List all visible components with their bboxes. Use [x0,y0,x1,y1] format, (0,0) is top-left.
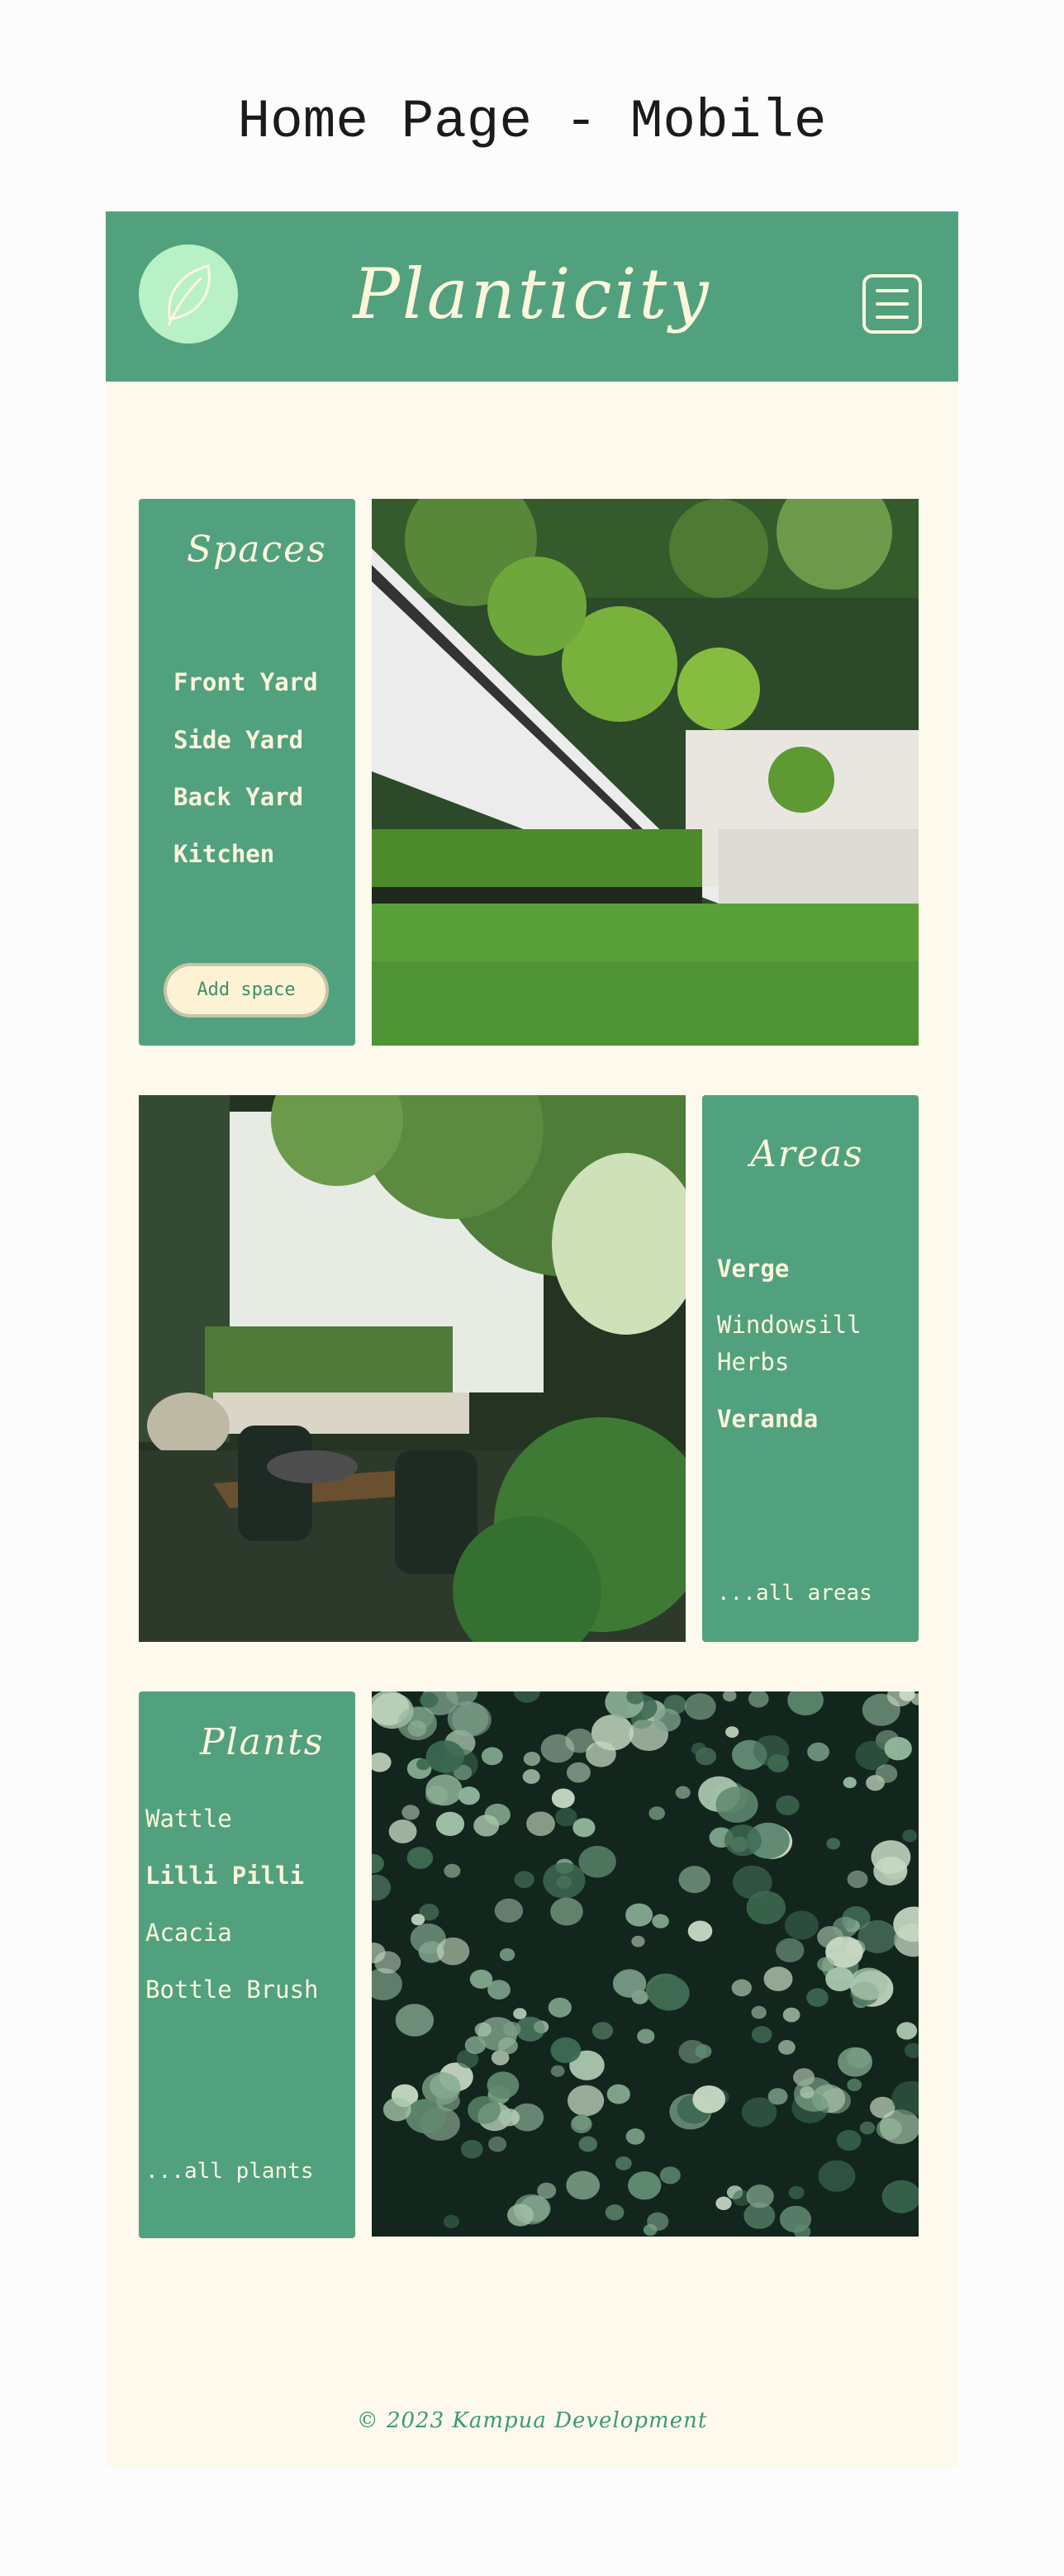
plants-panel: Plants Wattle Lilli Pilli Acacia Bottle … [139,1691,355,2238]
spaces-item-front-yard[interactable]: Front Yard [173,664,318,701]
plants-title: Plants [200,1721,325,1763]
mobile-frame: Planticity Spaces Front Yard Side Yard B… [106,211,958,2468]
garden-stairs-photo[interactable] [372,499,919,1046]
leaf-icon [167,264,211,326]
all-areas-link[interactable]: ...all areas [717,1581,872,1606]
areas-title: Areas [750,1133,864,1175]
page-heading: Home Page - Mobile [237,91,827,153]
plants-item-lilli-pilli[interactable]: Lilli Pilli [145,1857,304,1895]
spaces-panel: Spaces Front Yard Side Yard Back Yard Ki… [139,499,355,1046]
plants-item-bottle-brush[interactable]: Bottle Brush [145,1971,319,2009]
logo[interactable] [139,244,238,344]
all-plants-link[interactable]: ...all plants [145,2159,314,2184]
plants-item-wattle[interactable]: Wattle [145,1800,232,1838]
app-header: Planticity [106,211,958,382]
areas-panel: Areas Verge Windowsill Herbs Veranda ...… [702,1095,919,1642]
plant-leaves-photo[interactable] [372,1691,919,2237]
spaces-title: Spaces [187,529,327,571]
footer-copyright: © 2023 Kampua Development [356,2408,708,2433]
areas-item-windowsill-herbs[interactable]: Windowsill Herbs [717,1307,907,1381]
areas-item-verge[interactable]: Verge [717,1250,789,1288]
plants-item-acacia[interactable]: Acacia [145,1914,232,1952]
spaces-item-back-yard[interactable]: Back Yard [173,779,303,816]
spaces-item-kitchen[interactable]: Kitchen [173,836,274,873]
menu-button[interactable] [862,274,922,334]
patio-photo[interactable] [139,1095,686,1642]
areas-item-veranda[interactable]: Veranda [717,1401,818,1438]
spaces-item-side-yard[interactable]: Side Yard [173,722,303,759]
add-space-button[interactable]: Add space [164,963,329,1018]
